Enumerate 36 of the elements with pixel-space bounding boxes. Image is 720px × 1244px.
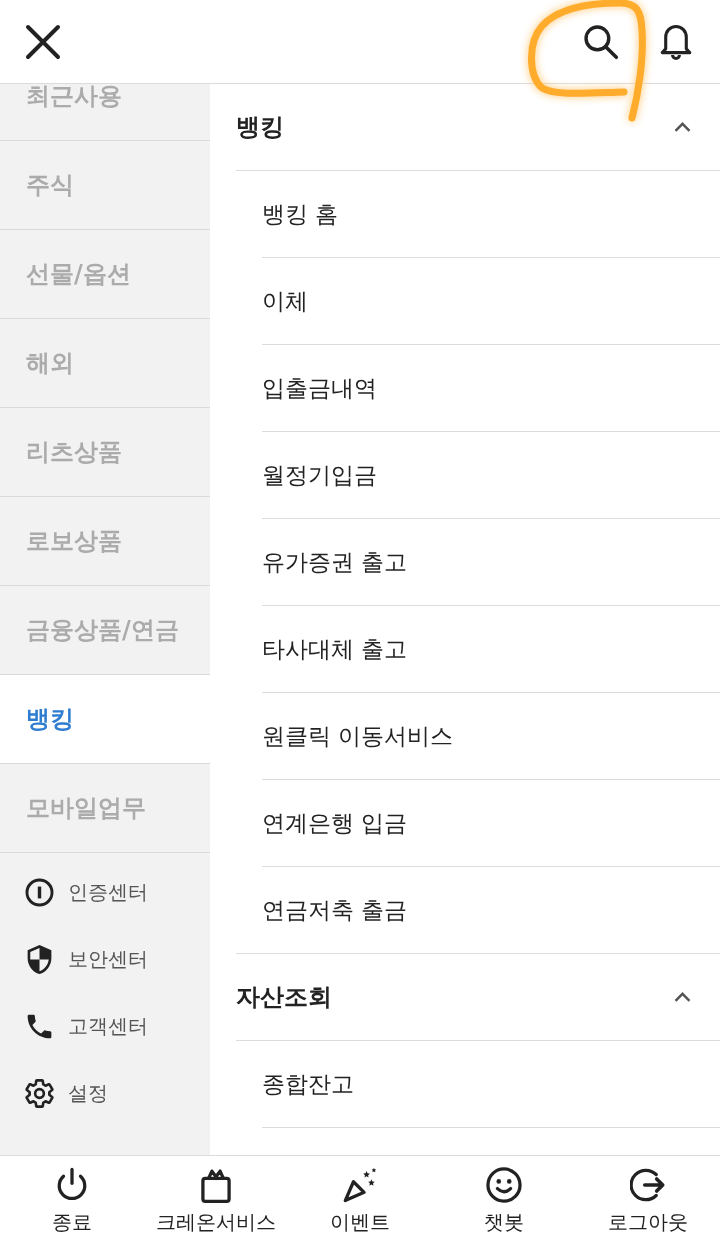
section-header[interactable]: 자산조회	[236, 954, 720, 1041]
nav-button[interactable]: 크레온서비스	[144, 1156, 288, 1244]
menu-item[interactable]: 타사대체 출고	[262, 606, 720, 693]
menu-item[interactable]: 월정기입금	[262, 432, 720, 519]
smiley-icon	[486, 1167, 522, 1203]
nav-button[interactable]: 챗봇	[432, 1156, 576, 1244]
nav-button[interactable]: 종료	[0, 1156, 144, 1244]
settings-icon	[25, 1079, 54, 1108]
menu-item[interactable]: 연금저축 출금	[262, 867, 720, 953]
search-button[interactable]	[583, 23, 619, 60]
sidebar-link[interactable]: 설정	[0, 1060, 210, 1127]
party-popper-icon	[342, 1167, 378, 1203]
section-header[interactable]: 뱅킹	[236, 84, 720, 171]
search-icon	[583, 23, 619, 60]
menu-item[interactable]: 연계은행 입금	[262, 780, 720, 867]
circle-bar-icon	[25, 878, 54, 907]
menu-item[interactable]: 원클릭 이동서비스	[262, 693, 720, 780]
gift-box-icon	[198, 1167, 234, 1203]
sidebar-link[interactable]: 인증센터	[0, 859, 210, 926]
menu-item[interactable]: 종합잔고	[262, 1041, 720, 1128]
sidebar-item[interactable]: 뱅킹	[0, 675, 210, 764]
nav-button[interactable]: 이벤트	[288, 1156, 432, 1244]
shield-icon	[25, 945, 54, 974]
menu-item[interactable]: 입출금내역	[262, 345, 720, 432]
menu-item[interactable]: 유가증권 출고	[262, 519, 720, 606]
sidebar-link[interactable]: 고객센터	[0, 993, 210, 1060]
notification-button[interactable]	[658, 23, 694, 60]
logout-icon	[630, 1167, 666, 1203]
nav-button[interactable]: 로그아웃	[576, 1156, 720, 1244]
menu-item[interactable]: 이체	[262, 258, 720, 345]
phone-icon	[25, 1012, 54, 1041]
close-icon	[25, 23, 61, 60]
menu-item[interactable]: 뱅킹 홈	[262, 171, 720, 258]
sidebar-link[interactable]: 보안센터	[0, 926, 210, 993]
close-button[interactable]	[25, 23, 61, 60]
bell-icon	[658, 23, 694, 60]
